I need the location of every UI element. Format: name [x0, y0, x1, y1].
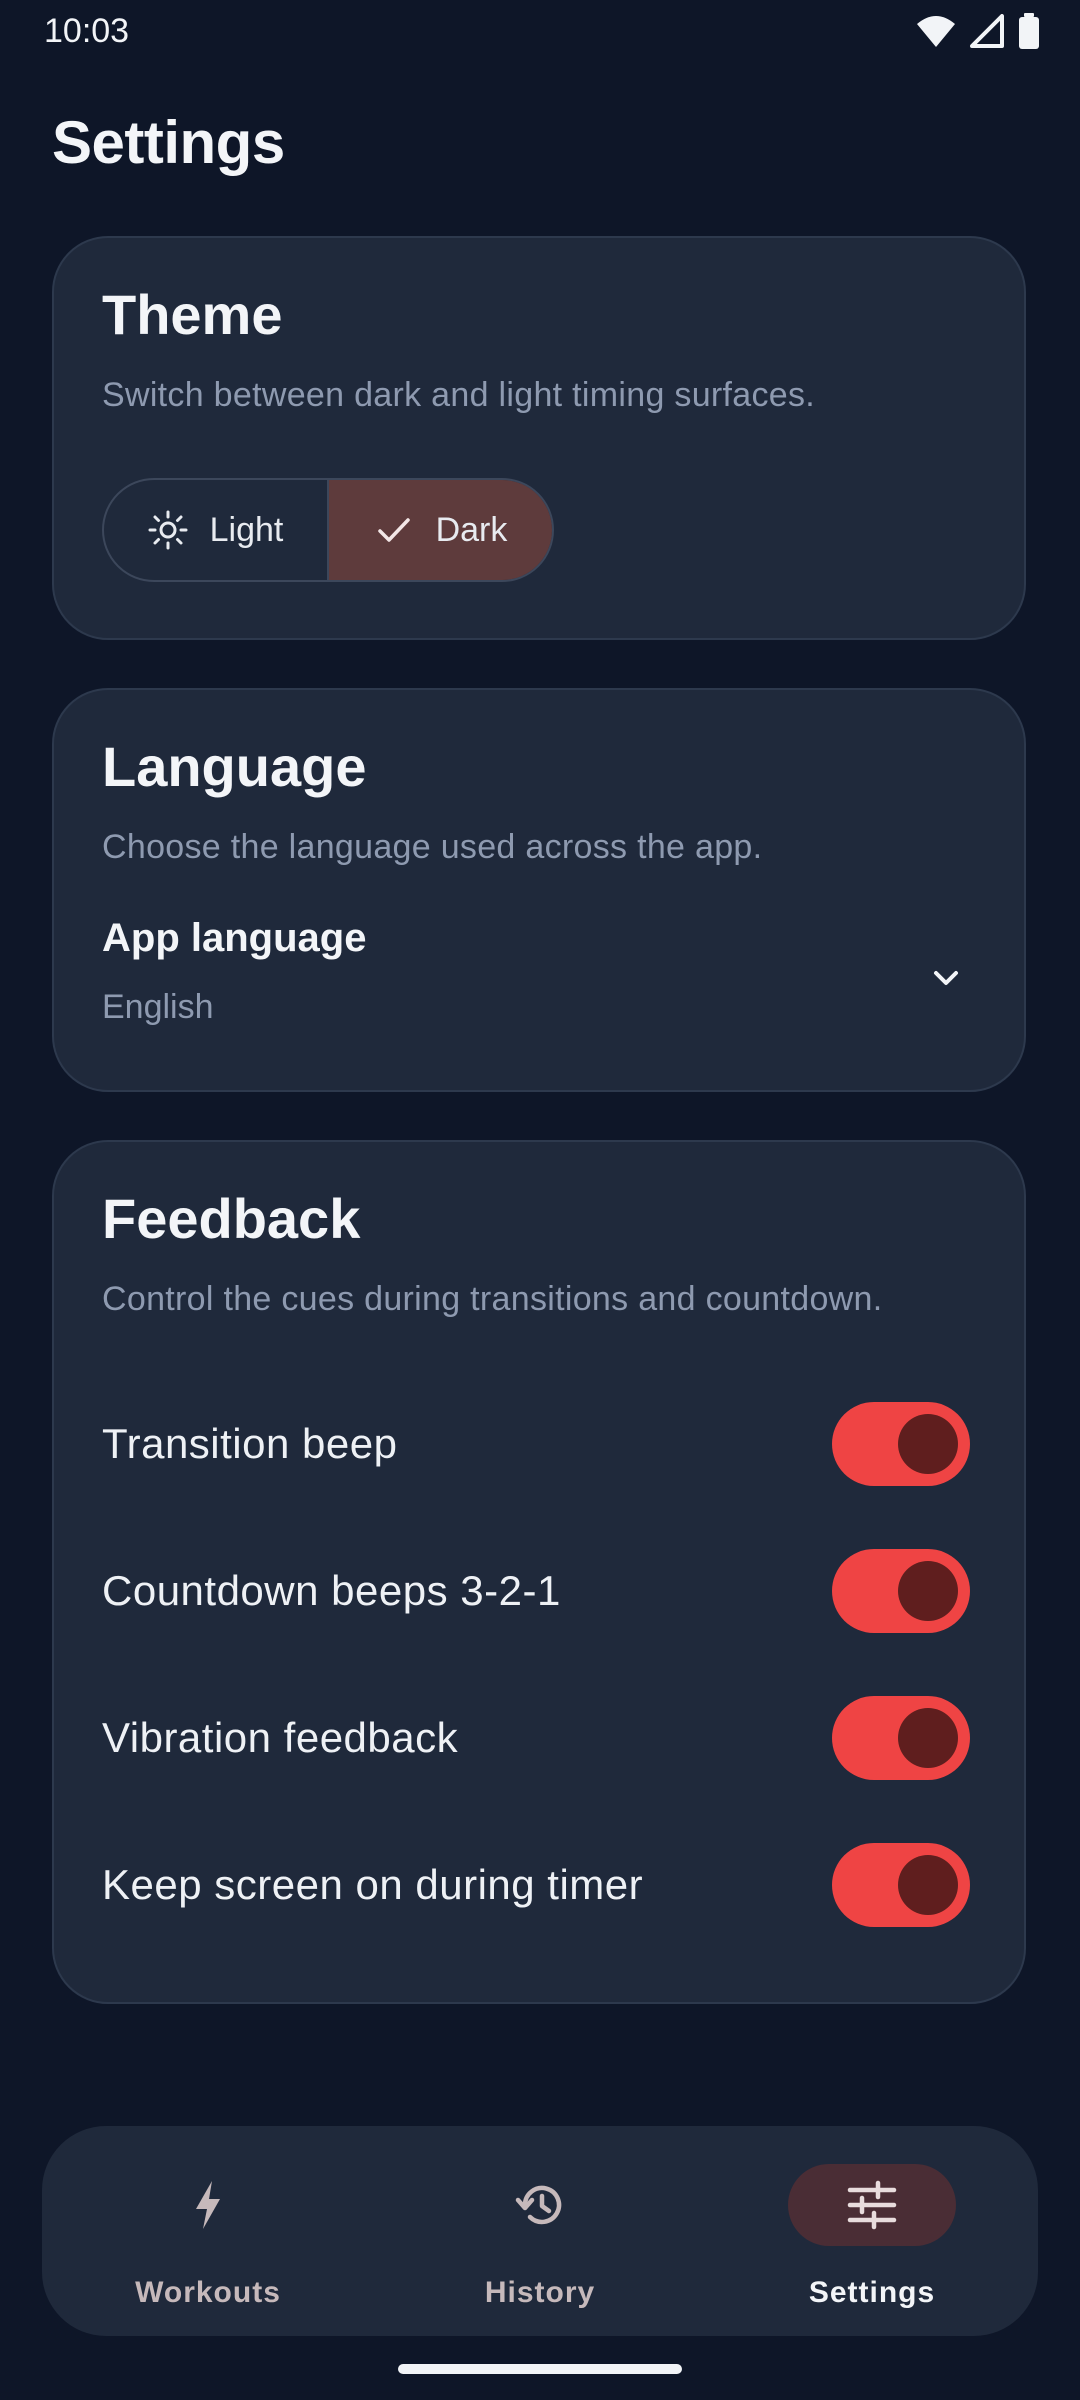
switch-knob — [898, 1855, 958, 1915]
theme-description: Switch between dark and light timing sur… — [102, 376, 816, 414]
page-title: Settings — [52, 109, 285, 176]
toggle-row-countdown-beeps: Countdown beeps 3-2-1 — [54, 1541, 1024, 1641]
toggle-row-transition-beep: Transition beep — [54, 1394, 1024, 1494]
switch-knob — [898, 1414, 958, 1474]
nav-pill — [124, 2164, 292, 2246]
sun-icon — [148, 510, 188, 550]
nav-item-history[interactable]: History — [374, 2126, 706, 2336]
language-dropdown[interactable]: App language English — [54, 910, 1024, 1060]
keep-screen-on-switch[interactable] — [832, 1843, 970, 1927]
toggle-label: Vibration feedback — [102, 1714, 459, 1761]
toggle-row-keep-screen-on: Keep screen on during timer — [54, 1835, 1024, 1935]
theme-card: Theme Switch between dark and light timi… — [52, 236, 1026, 640]
check-icon — [377, 518, 410, 542]
nav-label-workouts: Workouts — [135, 2276, 281, 2309]
theme-option-light[interactable]: Light — [104, 480, 327, 580]
language-description: Choose the language used across the app. — [102, 828, 763, 866]
feedback-description: Control the cues during transitions and … — [102, 1280, 883, 1318]
theme-title: Theme — [102, 283, 283, 346]
nav-label-settings: Settings — [808, 2276, 936, 2309]
language-title: Language — [102, 735, 367, 798]
switch-knob — [898, 1708, 958, 1768]
vibration-feedback-switch[interactable] — [832, 1696, 970, 1780]
theme-option-dark[interactable]: Dark — [327, 480, 552, 580]
wifi-icon — [917, 16, 955, 47]
status-bar: 10:03 — [0, 0, 1080, 62]
bolt-icon — [196, 2181, 220, 2229]
home-indicator[interactable] — [398, 2364, 682, 2374]
nav-item-workouts[interactable]: Workouts — [42, 2126, 374, 2336]
theme-option-dark-label: Dark — [435, 510, 508, 549]
toggle-label: Keep screen on during timer — [102, 1861, 644, 1908]
language-selected-value: English — [102, 988, 214, 1026]
toggle-label: Countdown beeps 3-2-1 — [102, 1567, 561, 1614]
chevron-down-icon — [934, 971, 958, 985]
status-time: 10:03 — [44, 11, 130, 50]
nav-item-settings[interactable]: Settings — [706, 2126, 1038, 2336]
feedback-title: Feedback — [102, 1187, 361, 1250]
nav-pill — [456, 2164, 624, 2246]
countdown-beeps-switch[interactable] — [832, 1549, 970, 1633]
language-card: Language Choose the language used across… — [52, 688, 1026, 1092]
sliders-icon — [847, 2180, 897, 2230]
language-field-label: App language — [102, 916, 367, 960]
history-icon — [515, 2185, 562, 2225]
status-icons — [916, 13, 1040, 49]
cellular-signal-icon — [970, 14, 1004, 48]
nav-pill — [788, 2164, 956, 2246]
feedback-card: Feedback Control the cues during transit… — [52, 1140, 1026, 2004]
theme-option-light-label: Light — [209, 510, 284, 549]
switch-knob — [898, 1561, 958, 1621]
toggle-row-vibration-feedback: Vibration feedback — [54, 1688, 1024, 1788]
nav-label-history: History — [484, 2276, 596, 2309]
transition-beep-switch[interactable] — [832, 1402, 970, 1486]
theme-segmented-control: Light Dark — [102, 478, 554, 582]
bottom-navigation: Workouts History Settings — [42, 2126, 1038, 2336]
toggle-label: Transition beep — [102, 1420, 398, 1467]
battery-icon — [1019, 13, 1039, 49]
